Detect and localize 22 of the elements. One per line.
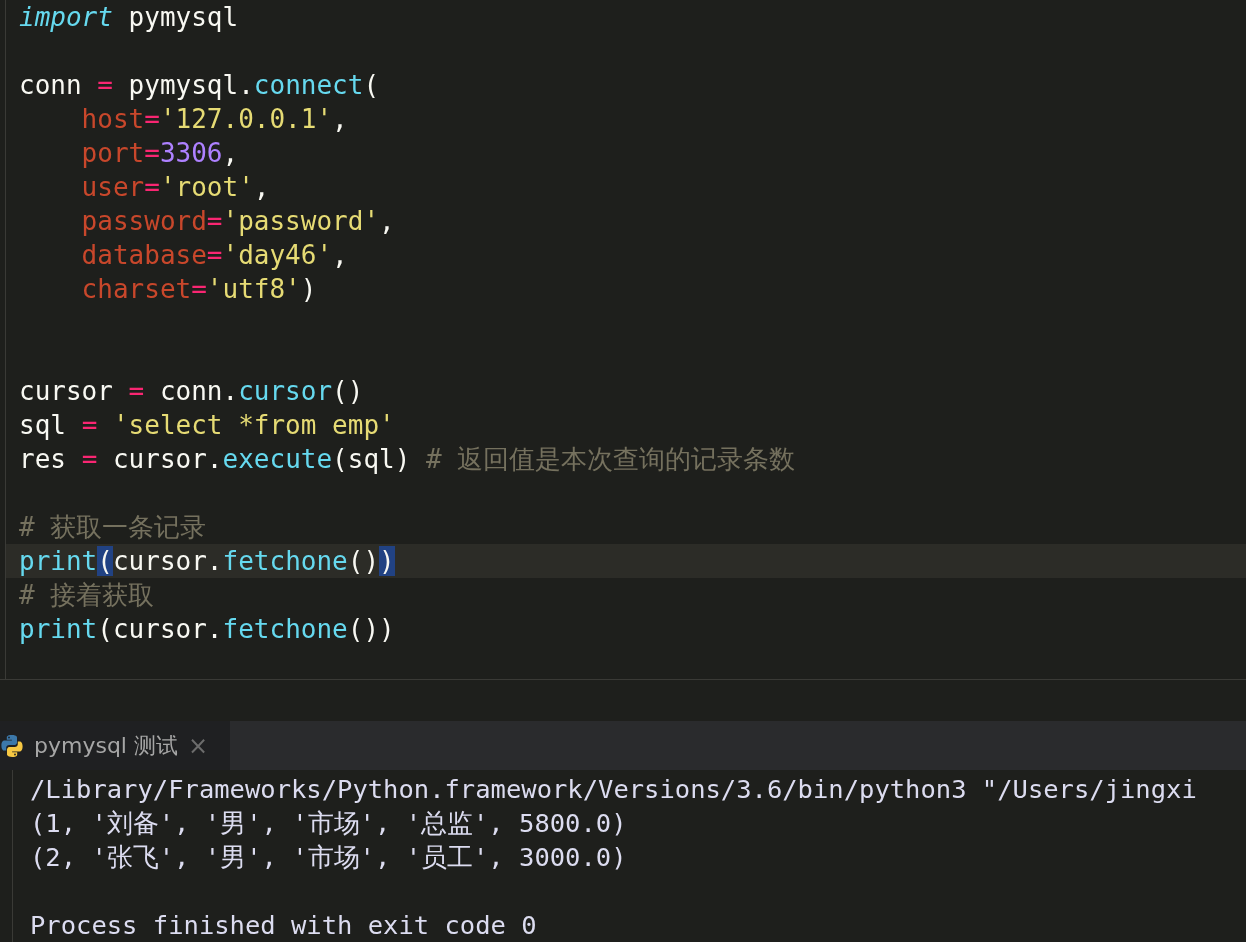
- code-line: charset='utf8'): [80, 274, 317, 304]
- code-line: import pymysql: [19, 2, 239, 32]
- code-line: user='root',: [80, 172, 270, 202]
- code-line: password='password',: [80, 206, 395, 236]
- code-line: print(cursor.fetchone()): [19, 546, 395, 576]
- code-line: host='127.0.0.1',: [80, 104, 348, 134]
- code-line: database='day46',: [80, 240, 348, 270]
- run-tab[interactable]: pymysql 测试 ×: [0, 721, 231, 770]
- code-line: print(cursor.fetchone()): [19, 614, 395, 644]
- code-line: conn = pymysql.connect(: [19, 70, 380, 100]
- code-editor[interactable]: [0, 0, 1246, 680]
- code-line: res = cursor.execute(sql) # 返回值是本次查询的记录条数: [19, 444, 796, 474]
- code-line: # 获取一条记录: [19, 512, 207, 542]
- code-line: sql = 'select *from emp': [19, 410, 395, 440]
- console-output-line: Process finished with exit code 0: [30, 910, 537, 940]
- python-logo-icon: [0, 733, 24, 758]
- code-line: port=3306,: [80, 138, 239, 168]
- console-output-line: (1, '刘备', '男', '市场', '总监', 5800.0): [30, 808, 627, 838]
- console-output-line: (2, '张飞', '男', '市场', '员工', 3000.0): [30, 842, 627, 872]
- code-line: # 接着获取: [19, 580, 155, 610]
- code-line: cursor = conn.cursor(): [19, 376, 364, 406]
- console-output-line: /Library/Frameworks/Python.framework/Versions/3.6/bin/python3 "/Users/jingxi: [30, 774, 1197, 804]
